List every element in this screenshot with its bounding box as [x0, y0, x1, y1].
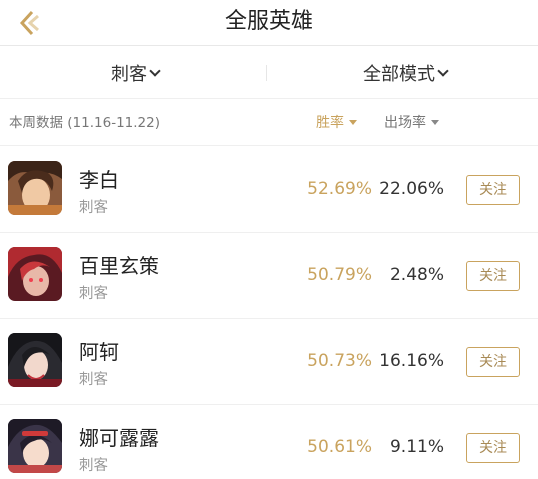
- hero-win-rate: 50.73%: [307, 351, 372, 371]
- role-filter-dropdown[interactable]: 刺客: [40, 47, 230, 99]
- hero-win-rate: 50.79%: [307, 265, 372, 285]
- hero-name: 李白: [79, 168, 119, 192]
- hero-name: 百里玄策: [79, 254, 159, 278]
- top-bar: 全服英雄: [0, 0, 538, 46]
- sort-win-rate-label: 胜率: [316, 115, 344, 131]
- hero-win-rate: 50.61%: [307, 437, 372, 457]
- role-filter-label: 刺客: [111, 64, 147, 85]
- sort-down-icon: [431, 120, 439, 125]
- follow-button[interactable]: 关注: [466, 433, 520, 463]
- hero-avatar: [8, 419, 62, 473]
- hero-pick-rate: 22.06%: [379, 179, 444, 199]
- sort-win-rate-button[interactable]: 胜率: [316, 100, 357, 146]
- hero-win-rate: 52.69%: [307, 179, 372, 199]
- hero-name: 阿轲: [79, 340, 119, 364]
- mode-filter-label: 全部模式: [363, 64, 435, 85]
- page-title: 全服英雄: [224, 9, 313, 34]
- hero-pick-rate: 9.11%: [389, 437, 444, 457]
- hero-role: 刺客: [79, 372, 108, 388]
- hero-row[interactable]: 娜可露露 刺客 50.61% 9.11% 关注: [0, 405, 538, 479]
- hero-pick-rate: 2.48%: [389, 265, 444, 285]
- hero-role: 刺客: [79, 200, 108, 216]
- sort-pick-rate-label: 出场率: [384, 115, 426, 131]
- hero-role: 刺客: [79, 286, 108, 302]
- filter-divider: [266, 65, 267, 81]
- sort-down-icon: [349, 120, 357, 125]
- follow-button[interactable]: 关注: [466, 347, 520, 377]
- hero-row[interactable]: 李白 刺客 52.69% 22.06% 关注: [0, 147, 538, 233]
- hero-row[interactable]: 百里玄策 刺客 50.79% 2.48% 关注: [0, 233, 538, 319]
- week-range-label: 本周数据 (11.16-11.22): [9, 115, 160, 131]
- hero-name: 娜可露露: [79, 426, 159, 450]
- hero-role: 刺客: [79, 458, 108, 474]
- chevron-down-icon: [149, 65, 161, 77]
- hero-avatar: [8, 161, 62, 215]
- hero-row[interactable]: 阿轲 刺客 50.73% 16.16% 关注: [0, 319, 538, 405]
- hero-avatar: [8, 333, 62, 387]
- sort-pick-rate-button[interactable]: 出场率: [384, 100, 439, 146]
- chevron-down-icon: [437, 65, 449, 77]
- follow-button[interactable]: 关注: [466, 175, 520, 205]
- stats-header: 本周数据 (11.16-11.22) 胜率 出场率: [0, 100, 538, 146]
- mode-filter-dropdown[interactable]: 全部模式: [290, 47, 520, 99]
- hero-pick-rate: 16.16%: [379, 351, 444, 371]
- hero-avatar: [8, 247, 62, 301]
- follow-button[interactable]: 关注: [466, 261, 520, 291]
- filter-bar: 刺客 全部模式: [0, 47, 538, 99]
